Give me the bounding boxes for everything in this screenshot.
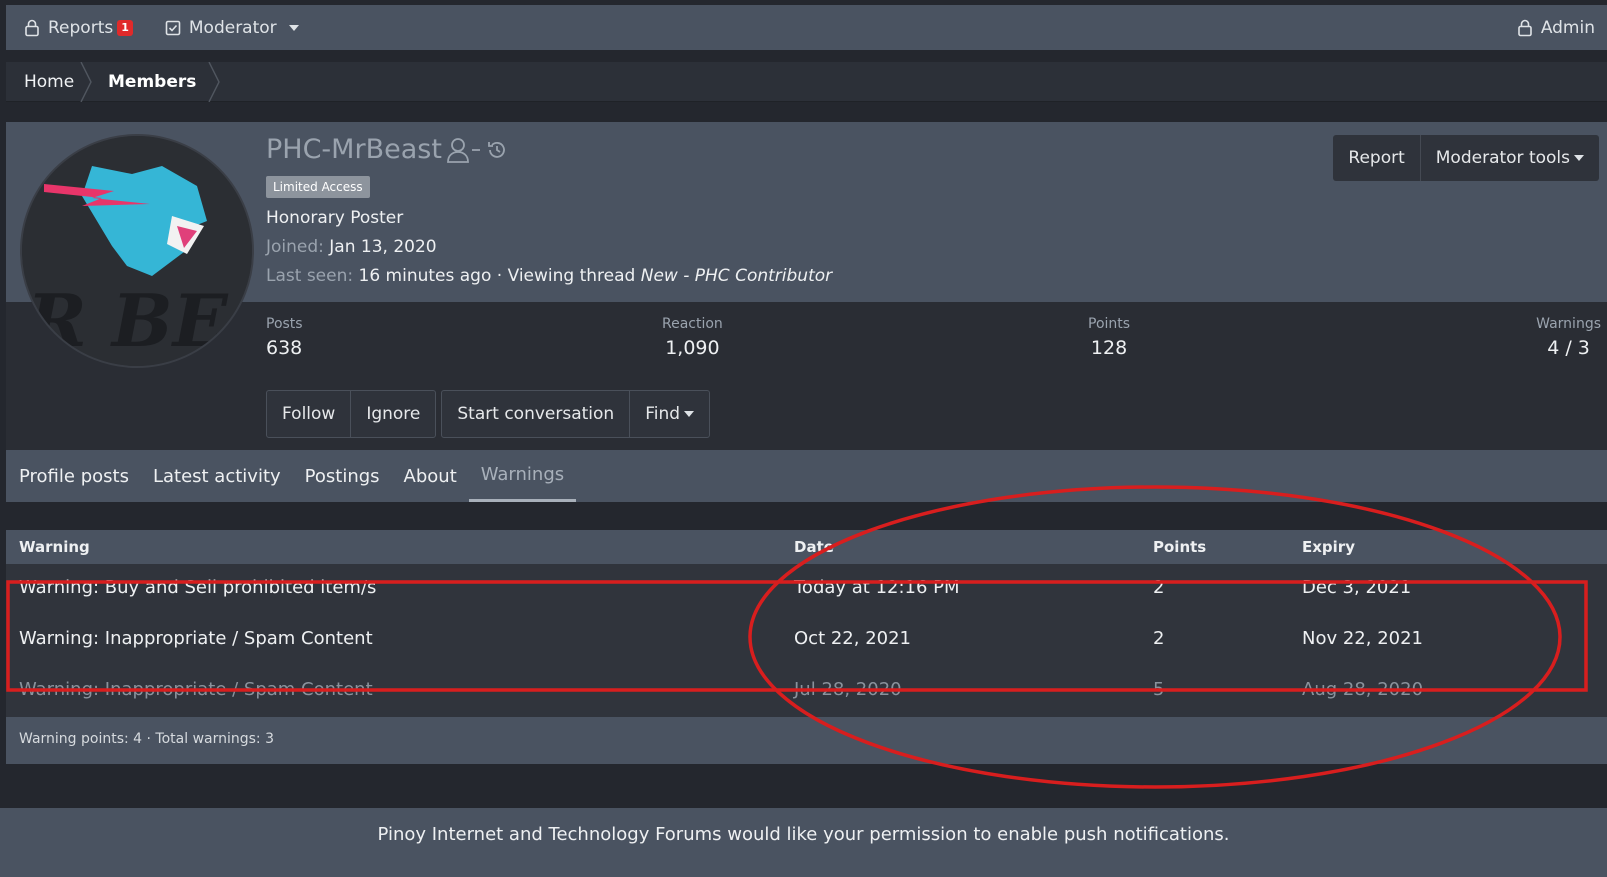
tab-warnings[interactable]: Warnings [468,450,577,502]
warning-points: 2 [1153,628,1165,649]
user-title: Honorary Poster [266,208,404,228]
warning-expiry: Dec 3, 2021 [1302,577,1412,598]
lock-icon [24,19,40,37]
table-footer: Warning points: 4 · Total warnings: 3 [6,717,1607,764]
tab-latest-activity[interactable]: Latest activity [141,450,293,502]
stat-warnings-value: 4 / 3 [1547,337,1590,359]
last-seen-info: Last seen: 16 minutes ago · Viewing thre… [266,266,832,286]
warning-title: Warning: Inappropriate / Spam Content [19,679,373,700]
stat-points-value: 128 [1090,337,1128,359]
tab-profile-posts[interactable]: Profile posts [6,450,141,502]
header-warning: Warning [19,538,90,556]
profile-header-buttons: Report Moderator tools [1333,135,1599,181]
conversation-find-group: Start conversation Find [441,390,711,438]
profile-stats: Posts 638 Reaction 1,090 Points 128 Warn… [6,302,1607,382]
moderator-label: Moderator [188,17,277,38]
table-row[interactable]: Warning: Inappropriate / Spam Content Ju… [6,666,1607,717]
moderator-tools-label: Moderator tools [1435,148,1570,168]
warning-expiry: Aug 28, 2020 [1302,679,1424,700]
report-button-label: Report [1348,148,1405,168]
warning-points: 2 [1153,577,1165,598]
joined-info: Joined: Jan 13, 2020 [266,237,437,257]
profile-action-buttons: Follow Ignore Start conversation Find [266,390,711,438]
warning-title: Warning: Inappropriate / Spam Content [19,628,373,649]
caret-down-icon [684,411,695,417]
warning-date: Oct 22, 2021 [794,628,911,649]
last-seen-thread-link[interactable]: New - PHC Contributor [641,266,832,286]
moderator-menu[interactable]: Moderator [165,18,299,38]
admin-label: Admin [1540,17,1595,38]
table-row[interactable]: Warning: Buy and Sell prohibited item/s … [6,564,1607,615]
breadcrumb-home[interactable]: Home [6,62,92,102]
history-icon[interactable] [486,139,508,161]
stat-reaction-label: Reaction [662,316,723,332]
follow-button[interactable]: Follow [267,391,352,437]
checkbox-icon [165,20,181,36]
start-conversation-button[interactable]: Start conversation [442,391,631,437]
ignore-label: Ignore [366,404,421,424]
breadcrumb-separator-icon [208,62,221,102]
reports-label: Reports [48,17,114,38]
stat-reaction: Reaction 1,090 [662,316,723,359]
stat-posts[interactable]: Posts 638 [266,316,303,359]
breadcrumb: Home Members [6,62,1607,102]
follow-ignore-group: Follow Ignore [266,390,437,438]
admin-link[interactable]: Admin [1517,18,1595,38]
stat-posts-label: Posts [266,316,303,332]
find-label: Find [645,404,681,424]
warning-title: Warning: Buy and Sell prohibited item/s [19,577,377,598]
warning-date: Today at 12:16 PM [794,577,960,598]
push-notification-notice[interactable]: Pinoy Internet and Technology Forums wou… [0,808,1607,877]
table-row[interactable]: Warning: Inappropriate / Spam Content Oc… [6,615,1607,666]
caret-down-icon [1574,155,1584,161]
header-date: Date [794,538,834,556]
find-button[interactable]: Find [630,391,709,437]
stat-warnings-label: Warnings [1536,316,1601,332]
stat-warnings: Warnings 4 / 3 [1536,316,1601,359]
joined-label: Joined: [266,237,324,257]
member-profile: R BEA PHC-MrBeast Limited Access Honorar… [6,122,1607,450]
header-expiry: Expiry [1302,538,1355,556]
warning-expiry: Nov 22, 2021 [1302,628,1424,649]
last-seen-label: Last seen: [266,266,354,286]
breadcrumb-home-label: Home [24,71,75,92]
profile-username: PHC-MrBeast [266,134,442,165]
start-conversation-label: Start conversation [457,404,615,424]
warnings-table: Warning Date Points Expiry Warning: Buy … [6,530,1607,764]
tab-about[interactable]: About [392,450,469,502]
user-minus-icon[interactable] [446,136,482,164]
stat-posts-value: 638 [266,337,303,359]
stat-points-label: Points [1088,316,1131,332]
caret-down-icon [288,24,299,31]
last-seen-value: 16 minutes ago · Viewing thread [358,266,636,286]
lock-icon [1517,19,1533,37]
usergroup-banner: Limited Access [266,176,370,198]
reports-count-badge: 1 [117,19,133,36]
breadcrumb-members[interactable]: Members [88,62,221,102]
reports-link[interactable]: Reports 1 [24,18,133,38]
joined-value: Jan 13, 2020 [329,237,437,257]
report-button[interactable]: Report [1333,135,1421,181]
profile-username-row: PHC-MrBeast [266,134,508,165]
warning-date: Jul 28, 2020 [794,679,902,700]
moderator-tools-button[interactable]: Moderator tools [1421,135,1599,181]
profile-tabs: Profile posts Latest activity Postings A… [6,450,1607,502]
warning-points: 5 [1153,679,1165,700]
follow-label: Follow [282,404,336,424]
top-navigation-bar: Reports 1 Moderator Admin [6,5,1607,50]
stat-points[interactable]: Points 128 [1088,316,1130,359]
breadcrumb-members-label: Members [108,71,197,92]
table-header: Warning Date Points Expiry [6,530,1607,564]
tab-postings[interactable]: Postings [293,450,392,502]
stat-reaction-value: 1,090 [665,337,720,359]
push-notice-text: Pinoy Internet and Technology Forums wou… [377,824,1230,845]
ignore-button[interactable]: Ignore [351,391,435,437]
header-points: Points [1153,538,1207,556]
